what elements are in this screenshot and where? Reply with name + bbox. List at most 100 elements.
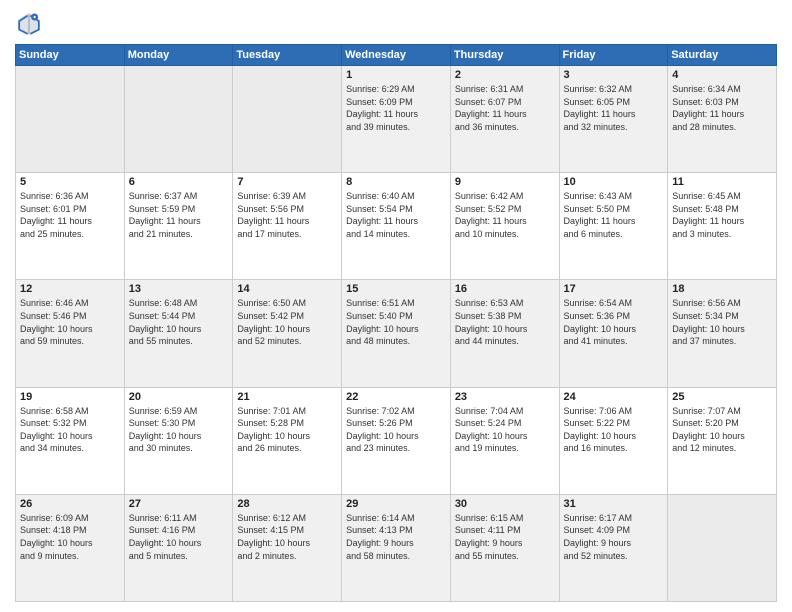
day-info: Sunrise: 6:50 AM Sunset: 5:42 PM Dayligh… xyxy=(237,297,337,347)
calendar-cell: 18Sunrise: 6:56 AM Sunset: 5:34 PM Dayli… xyxy=(668,280,777,387)
calendar-cell: 17Sunrise: 6:54 AM Sunset: 5:36 PM Dayli… xyxy=(559,280,668,387)
day-info: Sunrise: 6:46 AM Sunset: 5:46 PM Dayligh… xyxy=(20,297,120,347)
calendar-cell: 11 Sunrise: 6:45 AM Sunset: 5:48 PM Dayli… xyxy=(668,173,777,280)
day-info: Sunrise: 6:40 AM Sunset: 5:54 PM Dayligh… xyxy=(346,190,446,240)
day-number: 27 xyxy=(129,498,229,510)
day-info: Sunrise: 6:58 AM Sunset: 5:32 PM Dayligh… xyxy=(20,405,120,455)
calendar-cell: 20 Sunrise: 6:59 AM Sunset: 5:30 PM Dayli… xyxy=(124,387,233,494)
calendar-cell: 12 Sunrise: 6:46 AM Sunset: 5:46 PM Dayli… xyxy=(16,280,125,387)
calendar-cell: 2 Sunrise: 6:31 AM Sunset: 6:07 PM Daylig… xyxy=(450,66,559,173)
day-info: Sunrise: 6:53 AM Sunset: 5:38 PM Dayligh… xyxy=(455,297,555,347)
day-number: 31 xyxy=(564,498,664,510)
day-number: 11 xyxy=(672,176,772,188)
header xyxy=(15,10,777,38)
day-info: Sunrise: 6:42 AM Sunset: 5:52 PM Dayligh… xyxy=(455,190,555,240)
calendar-cell: 6 Sunrise: 6:37 AM Sunset: 5:59 PM Daylig… xyxy=(124,173,233,280)
calendar-cell: 24Sunrise: 7:06 AM Sunset: 5:22 PM Dayli… xyxy=(559,387,668,494)
day-number: 20 xyxy=(129,391,229,403)
calendar-cell: 27 Sunrise: 6:11 AM Sunset: 4:16 PM Dayli… xyxy=(124,494,233,601)
day-info: Sunrise: 7:06 AM Sunset: 5:22 PM Dayligh… xyxy=(564,405,664,455)
day-number: 17 xyxy=(564,283,664,295)
calendar-cell: 7 Sunrise: 6:39 AM Sunset: 5:56 PM Daylig… xyxy=(233,173,342,280)
day-info: Sunrise: 6:59 AM Sunset: 5:30 PM Dayligh… xyxy=(129,405,229,455)
day-number: 14 xyxy=(237,283,337,295)
day-info: Sunrise: 6:17 AM Sunset: 4:09 PM Dayligh… xyxy=(564,512,664,562)
calendar-cell: 16 Sunrise: 6:53 AM Sunset: 5:38 PM Dayli… xyxy=(450,280,559,387)
day-info: Sunrise: 6:34 AM Sunset: 6:03 PM Dayligh… xyxy=(672,83,772,133)
calendar-cell: 28 Sunrise: 6:12 AM Sunset: 4:15 PM Dayli… xyxy=(233,494,342,601)
calendar-cell: 22Sunrise: 7:02 AM Sunset: 5:26 PM Dayli… xyxy=(342,387,451,494)
day-info: Sunrise: 6:12 AM Sunset: 4:15 PM Dayligh… xyxy=(237,512,337,562)
calendar-table: SundayMondayTuesdayWednesdayThursdayFrid… xyxy=(15,44,777,602)
day-number: 2 xyxy=(455,69,555,81)
calendar-cell xyxy=(233,66,342,173)
calendar-week-row: 19 Sunrise: 6:58 AM Sunset: 5:32 PM Dayli… xyxy=(16,387,777,494)
calendar-cell xyxy=(124,66,233,173)
day-info: Sunrise: 6:09 AM Sunset: 4:18 PM Dayligh… xyxy=(20,512,120,562)
day-info: Sunrise: 6:48 AM Sunset: 5:44 PM Dayligh… xyxy=(129,297,229,347)
day-info: Sunrise: 6:56 AM Sunset: 5:34 PM Dayligh… xyxy=(672,297,772,347)
day-number: 12 xyxy=(20,283,120,295)
calendar-cell: 19 Sunrise: 6:58 AM Sunset: 5:32 PM Dayli… xyxy=(16,387,125,494)
day-info: Sunrise: 6:31 AM Sunset: 6:07 PM Dayligh… xyxy=(455,83,555,133)
weekday-header-tuesday: Tuesday xyxy=(233,45,342,66)
day-info: Sunrise: 6:29 AM Sunset: 6:09 PM Dayligh… xyxy=(346,83,446,133)
day-number: 10 xyxy=(564,176,664,188)
day-number: 30 xyxy=(455,498,555,510)
calendar-cell: 26 Sunrise: 6:09 AM Sunset: 4:18 PM Dayli… xyxy=(16,494,125,601)
day-number: 25 xyxy=(672,391,772,403)
day-number: 9 xyxy=(455,176,555,188)
calendar-week-row: 1 Sunrise: 6:29 AM Sunset: 6:09 PM Daylig… xyxy=(16,66,777,173)
day-number: 16 xyxy=(455,283,555,295)
calendar-cell: 31 Sunrise: 6:17 AM Sunset: 4:09 PM Dayli… xyxy=(559,494,668,601)
day-number: 1 xyxy=(346,69,446,81)
calendar-cell: 13 Sunrise: 6:48 AM Sunset: 5:44 PM Dayli… xyxy=(124,280,233,387)
day-number: 6 xyxy=(129,176,229,188)
day-info: Sunrise: 7:04 AM Sunset: 5:24 PM Dayligh… xyxy=(455,405,555,455)
calendar-cell: 4 Sunrise: 6:34 AM Sunset: 6:03 PM Daylig… xyxy=(668,66,777,173)
calendar-cell: 21 Sunrise: 7:01 AM Sunset: 5:28 PM Dayli… xyxy=(233,387,342,494)
day-number: 8 xyxy=(346,176,446,188)
day-info: Sunrise: 6:36 AM Sunset: 6:01 PM Dayligh… xyxy=(20,190,120,240)
day-number: 28 xyxy=(237,498,337,510)
weekday-header-friday: Friday xyxy=(559,45,668,66)
day-number: 23 xyxy=(455,391,555,403)
logo xyxy=(15,10,47,38)
calendar-cell: 14 Sunrise: 6:50 AM Sunset: 5:42 PM Dayli… xyxy=(233,280,342,387)
day-number: 26 xyxy=(20,498,120,510)
day-number: 5 xyxy=(20,176,120,188)
calendar-cell: 9 Sunrise: 6:42 AM Sunset: 5:52 PM Daylig… xyxy=(450,173,559,280)
weekday-header-sunday: Sunday xyxy=(16,45,125,66)
day-info: Sunrise: 6:43 AM Sunset: 5:50 PM Dayligh… xyxy=(564,190,664,240)
weekday-header-saturday: Saturday xyxy=(668,45,777,66)
day-number: 7 xyxy=(237,176,337,188)
day-info: Sunrise: 6:45 AM Sunset: 5:48 PM Dayligh… xyxy=(672,190,772,240)
day-number: 3 xyxy=(564,69,664,81)
day-number: 21 xyxy=(237,391,337,403)
calendar-cell: 5 Sunrise: 6:36 AM Sunset: 6:01 PM Daylig… xyxy=(16,173,125,280)
day-info: Sunrise: 6:37 AM Sunset: 5:59 PM Dayligh… xyxy=(129,190,229,240)
calendar-page: SundayMondayTuesdayWednesdayThursdayFrid… xyxy=(0,0,792,612)
day-info: Sunrise: 6:15 AM Sunset: 4:11 PM Dayligh… xyxy=(455,512,555,562)
calendar-cell: 10 Sunrise: 6:43 AM Sunset: 5:50 PM Dayli… xyxy=(559,173,668,280)
weekday-header-row: SundayMondayTuesdayWednesdayThursdayFrid… xyxy=(16,45,777,66)
day-info: Sunrise: 7:07 AM Sunset: 5:20 PM Dayligh… xyxy=(672,405,772,455)
day-number: 22 xyxy=(346,391,446,403)
day-info: Sunrise: 7:01 AM Sunset: 5:28 PM Dayligh… xyxy=(237,405,337,455)
day-info: Sunrise: 6:11 AM Sunset: 4:16 PM Dayligh… xyxy=(129,512,229,562)
day-number: 29 xyxy=(346,498,446,510)
weekday-header-thursday: Thursday xyxy=(450,45,559,66)
calendar-cell: 3 Sunrise: 6:32 AM Sunset: 6:05 PM Daylig… xyxy=(559,66,668,173)
calendar-cell: 30 Sunrise: 6:15 AM Sunset: 4:11 PM Dayli… xyxy=(450,494,559,601)
day-number: 13 xyxy=(129,283,229,295)
weekday-header-wednesday: Wednesday xyxy=(342,45,451,66)
calendar-cell: 1 Sunrise: 6:29 AM Sunset: 6:09 PM Daylig… xyxy=(342,66,451,173)
day-number: 19 xyxy=(20,391,120,403)
weekday-header-monday: Monday xyxy=(124,45,233,66)
day-info: Sunrise: 6:32 AM Sunset: 6:05 PM Dayligh… xyxy=(564,83,664,133)
day-info: Sunrise: 6:14 AM Sunset: 4:13 PM Dayligh… xyxy=(346,512,446,562)
calendar-cell xyxy=(16,66,125,173)
day-info: Sunrise: 6:39 AM Sunset: 5:56 PM Dayligh… xyxy=(237,190,337,240)
day-number: 4 xyxy=(672,69,772,81)
calendar-week-row: 26 Sunrise: 6:09 AM Sunset: 4:18 PM Dayli… xyxy=(16,494,777,601)
